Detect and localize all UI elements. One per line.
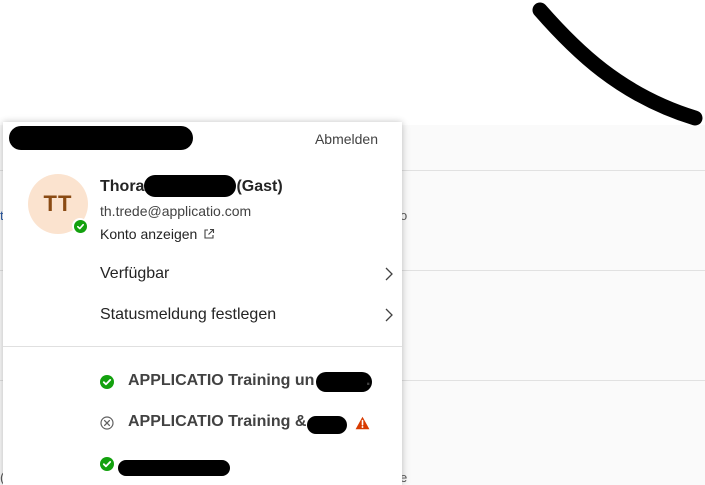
sign-out-button[interactable]: Abmelden: [315, 131, 378, 147]
user-email: th.trede@applicatio.com: [100, 203, 252, 219]
menu-divider: [3, 346, 402, 347]
redaction-mark: [144, 175, 236, 197]
status-available-label: Verfügbar: [100, 265, 170, 282]
view-account-link[interactable]: Konto anzeigen: [100, 226, 215, 242]
account-name: APPLICATIO Training &: [128, 413, 307, 430]
signed-out-x-icon: [100, 416, 114, 430]
signed-in-check-icon: [100, 457, 114, 471]
user-name-suffix: (Gast): [236, 178, 283, 195]
account-menu-popup: ... Abmelden TT Thora(Gast) th.trede@app…: [3, 122, 402, 485]
account-name-ellipsis: .: [366, 372, 371, 389]
view-account-label: Konto anzeigen: [100, 226, 198, 242]
user-name-text: Thora: [100, 178, 145, 195]
warning-icon: [355, 416, 370, 430]
redaction-mark: [307, 416, 347, 434]
presence-badge: [72, 218, 88, 234]
status-available-menu-item[interactable]: Verfügbar: [3, 256, 402, 292]
screen: t o ( e ... Abmelden TT Thora(Gast) th.t…: [0, 0, 705, 485]
set-status-message-menu-item[interactable]: Statusmeldung festlegen: [3, 297, 402, 333]
avatar-initials: TT: [43, 191, 73, 216]
chevron-right-icon: [385, 267, 393, 281]
scribble-annotation: [532, 2, 703, 126]
signed-in-check-icon: [100, 375, 114, 389]
set-status-message-label: Statusmeldung festlegen: [100, 306, 277, 323]
redaction-mark: [118, 460, 230, 476]
chevron-right-icon: [385, 308, 393, 322]
account-name: APPLICATIO Training un: [128, 372, 315, 389]
available-check-icon: [73, 219, 87, 233]
external-link-icon: [204, 228, 215, 239]
redaction-mark: [9, 126, 193, 150]
redaction-mark: [316, 372, 372, 392]
